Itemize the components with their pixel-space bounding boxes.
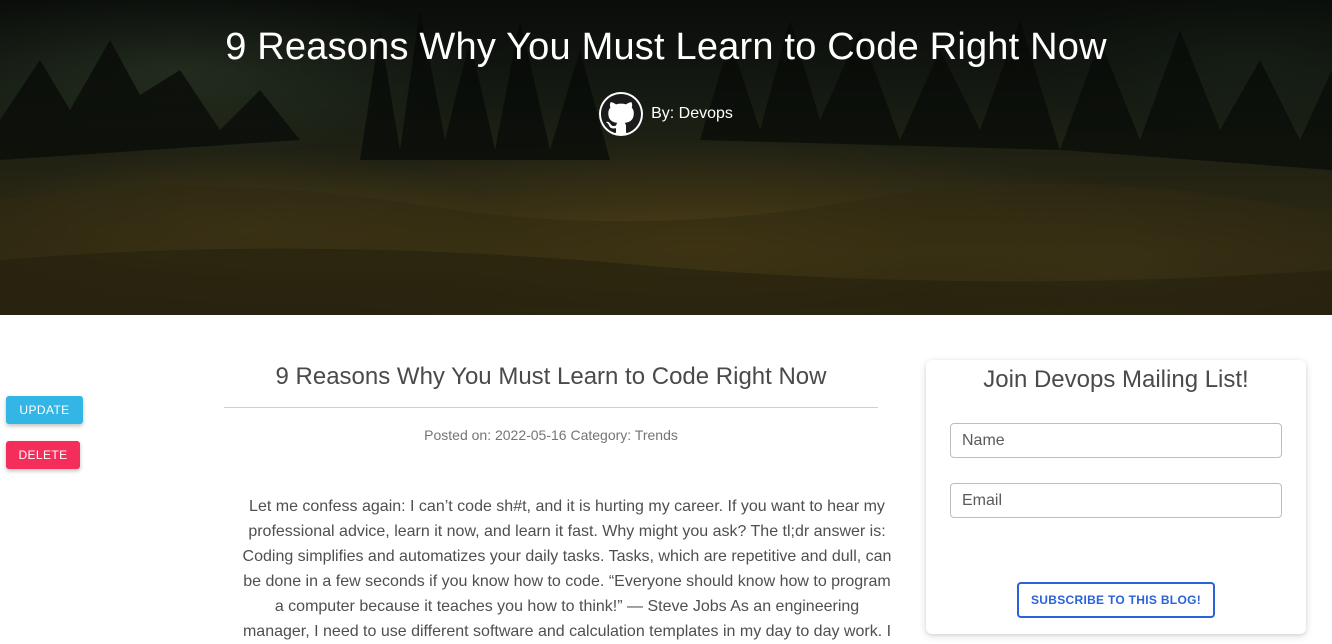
- article-title: 9 Reasons Why You Must Learn to Code Rig…: [275, 363, 827, 390]
- hero-banner: 9 Reasons Why You Must Learn to Code Rig…: [0, 0, 1332, 315]
- hero-title: 9 Reasons Why You Must Learn to Code Rig…: [225, 26, 1107, 68]
- title-divider: [224, 407, 878, 408]
- article-meta: Posted on: 2022-05-16 Category: Trends: [424, 427, 678, 443]
- author-label: By: Devops: [651, 105, 733, 122]
- update-button[interactable]: UPDATE: [6, 396, 83, 424]
- article-body: Let me confess again: I can’t code sh#t,…: [242, 498, 892, 640]
- author-byline: By: Devops: [0, 92, 1332, 136]
- subscribe-button[interactable]: SUBSCRIBE TO THIS BLOG!: [1017, 582, 1215, 618]
- github-icon: [601, 94, 642, 134]
- delete-button[interactable]: DELETE: [6, 441, 80, 469]
- mailing-list-title: Join Devops Mailing List!: [983, 366, 1249, 393]
- article: 9 Reasons Why You Must Learn to Code Rig…: [224, 360, 891, 640]
- name-input[interactable]: [950, 423, 1282, 458]
- author-avatar: [599, 92, 644, 136]
- mailing-list-card: Join Devops Mailing List! SUBSCRIBE TO T…: [926, 360, 1306, 634]
- email-input[interactable]: [950, 483, 1282, 518]
